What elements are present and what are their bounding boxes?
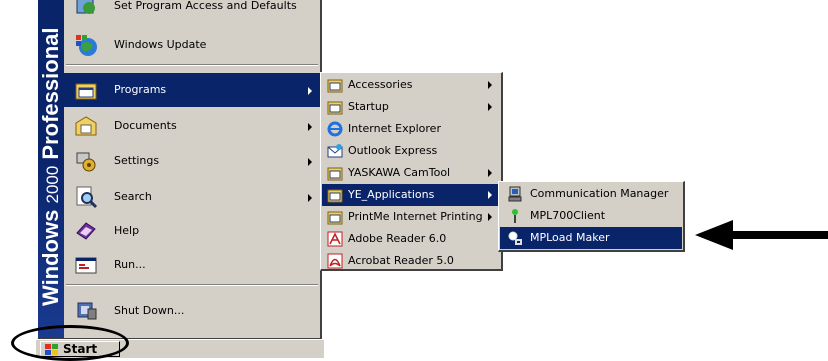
menu-item-programs[interactable]: Programs (64, 73, 320, 107)
submenu-arrow-icon (308, 87, 312, 95)
acrobat-reader-icon (327, 253, 343, 269)
submenu-item-printme[interactable]: PrintMe Internet Printing (322, 206, 500, 228)
submenu-arrow-icon (308, 123, 312, 131)
start-menu-banner: Windows 2000 Professional (38, 0, 64, 338)
run-icon (75, 257, 97, 274)
submenu-item-mpload-maker[interactable]: MPLoad Maker (500, 227, 682, 249)
submenu-arrow-icon (488, 103, 492, 111)
program-group-icon (327, 101, 343, 115)
submenu-item-yaskawa-camtool[interactable]: YASKAWA CamTool (322, 162, 500, 184)
submenu-item-acrobat-reader[interactable]: Acrobat Reader 5.0 (322, 250, 500, 272)
mpl700client-icon (512, 209, 518, 223)
menu-separator (66, 64, 318, 66)
submenu-item-ye-applications[interactable]: YE_Applications (322, 184, 500, 206)
submenu-arrow-icon (488, 213, 492, 221)
start-button-highlight-circle (11, 325, 129, 361)
menu-separator (66, 284, 318, 286)
submenu-arrow-icon (488, 191, 492, 199)
program-group-icon (327, 189, 343, 203)
submenu-item-accessories[interactable]: Accessories (322, 74, 500, 96)
banner-windows-text: Windows (38, 209, 63, 306)
program-group-icon (327, 211, 343, 225)
communication-manager-icon (508, 186, 522, 202)
banner-year-text: 2000 (43, 165, 62, 204)
submenu-arrow-icon (308, 194, 312, 202)
program-group-icon (327, 79, 343, 93)
submenu-item-communication-manager[interactable]: Communication Manager (500, 183, 682, 205)
pointer-arrow-icon (695, 220, 828, 250)
submenu-arrow-icon (488, 169, 492, 177)
mpload-maker-icon (508, 231, 522, 245)
internet-explorer-icon (327, 121, 343, 137)
submenu-item-internet-explorer[interactable]: Internet Explorer (322, 118, 500, 140)
menu-item-documents[interactable]: Documents (64, 109, 320, 143)
banner-edition-text: Professional (38, 27, 63, 160)
outlook-express-icon (327, 144, 343, 158)
menu-item-search[interactable]: Search (64, 180, 320, 214)
documents-folder-icon (75, 116, 97, 136)
menu-item-settings[interactable]: Settings (64, 144, 320, 178)
menu-item-run[interactable]: Run... (64, 248, 320, 282)
menu-item-program-access[interactable]: Set Program Access and Defaults (64, 0, 320, 23)
submenu-item-startup[interactable]: Startup (322, 96, 500, 118)
shutdown-icon (77, 302, 97, 320)
submenu-arrow-icon (488, 81, 492, 89)
help-icon (76, 222, 96, 240)
search-icon (76, 186, 98, 209)
submenu-item-outlook-express[interactable]: Outlook Express (322, 140, 500, 162)
settings-icon (76, 152, 96, 172)
programs-folder-icon (75, 83, 97, 100)
program-access-icon (76, 0, 95, 14)
menu-item-windows-update[interactable]: Windows Update (64, 28, 320, 62)
submenu-item-mpl700client[interactable]: MPL700Client (500, 205, 682, 227)
program-group-icon (327, 167, 343, 181)
menu-item-help[interactable]: Help (64, 214, 320, 248)
menu-item-shut-down[interactable]: Shut Down... (64, 294, 320, 328)
submenu-arrow-icon (308, 158, 312, 166)
windows-update-icon (76, 35, 97, 56)
submenu-item-adobe-reader[interactable]: Adobe Reader 6.0 (322, 228, 500, 250)
adobe-reader-icon (327, 231, 343, 247)
